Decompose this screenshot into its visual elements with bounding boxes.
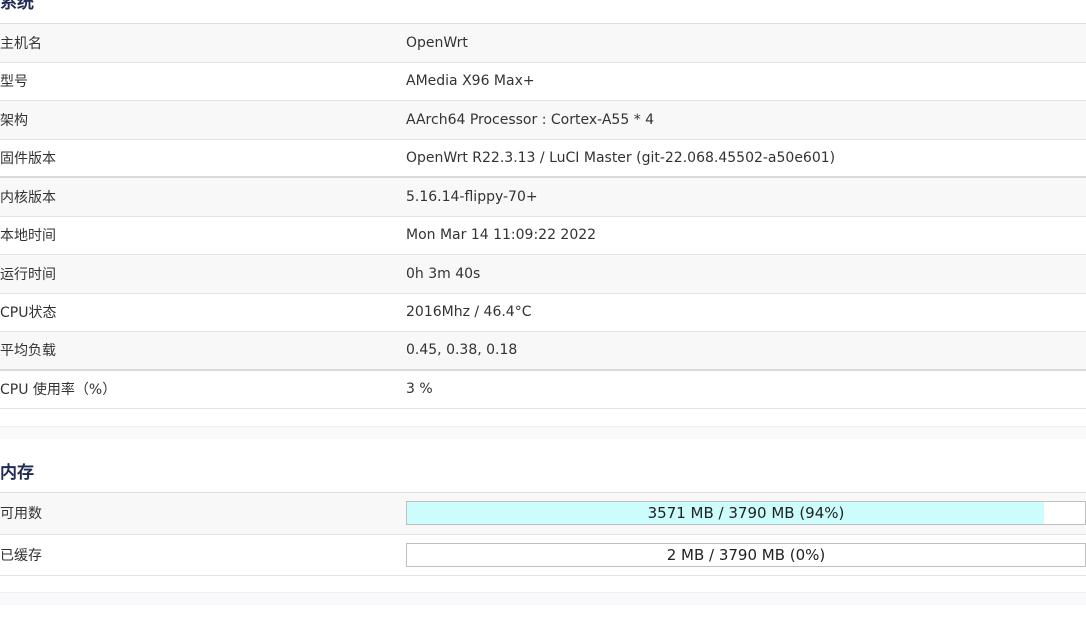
section-divider (0, 592, 1086, 605)
cpu-usage-value: 3 % (406, 381, 433, 398)
system-row-kernel: 内核版本 5.16.14-flippy-70+ (0, 178, 1086, 217)
architecture-value: AArch64 Processor : Cortex-A55 * 4 (406, 111, 655, 128)
system-row-cpu-usage: CPU 使用率（%） 3 % (0, 370, 1086, 409)
system-row-architecture: 架构 AArch64 Processor : Cortex-A55 * 4 (0, 101, 1086, 140)
local-time-label: 本地时间 (0, 228, 56, 245)
model-label: 型号 (0, 74, 28, 91)
system-row-cpu-status: CPU状态 2016Mhz / 46.4°C (0, 293, 1086, 332)
load-average-value: 0.45, 0.38, 0.18 (406, 342, 518, 359)
memory-available-label: 可用数 (0, 506, 42, 523)
hostname-value: OpenWrt (406, 34, 468, 51)
memory-available-progress-text: 3571 MB / 3790 MB (94%) (647, 504, 845, 523)
memory-section-title: 内存 (0, 463, 34, 483)
memory-available-cell: 3571 MB / 3790 MB (94%) (406, 501, 1086, 526)
firmware-label: 固件版本 (0, 150, 56, 167)
system-row-model: 型号 AMedia X96 Max+ (0, 62, 1086, 101)
load-average-label: 平均负载 (0, 343, 56, 360)
cpu-status-label: CPU状态 (0, 305, 57, 322)
kernel-label: 内核版本 (0, 189, 56, 206)
memory-cached-progress-bar: 2 MB / 3790 MB (0%) (406, 542, 1086, 567)
firmware-value: OpenWrt R22.3.13 / LuCI Master (git-22.0… (406, 149, 836, 166)
system-row-uptime: 运行时间 0h 3m 40s (0, 255, 1086, 294)
uptime-value: 0h 3m 40s (406, 265, 481, 282)
system-row-local-time: 本地时间 Mon Mar 14 11:09:22 2022 (0, 216, 1086, 255)
system-section-title: 系统 (0, 0, 34, 13)
hostname-label: 主机名 (0, 35, 42, 52)
kernel-value: 5.16.14-flippy-70+ (406, 188, 538, 205)
system-row-firmware: 固件版本 OpenWrt R22.3.13 / LuCI Master (git… (0, 139, 1086, 178)
uptime-label: 运行时间 (0, 266, 56, 283)
model-value: AMedia X96 Max+ (406, 73, 535, 90)
system-row-load-average: 平均负载 0.45, 0.38, 0.18 (0, 332, 1086, 371)
cpu-usage-label: CPU 使用率（%） (0, 382, 117, 399)
memory-cached-label: 已缓存 (0, 547, 42, 564)
section-divider (0, 426, 1086, 439)
status-overview-page: 系统 主机名 OpenWrt 型号 AMedia X96 Max+ 架构 AAr… (0, 0, 1086, 621)
cpu-status-value: 2016Mhz / 46.4°C (406, 304, 532, 321)
system-info-table: 主机名 OpenWrt 型号 AMedia X96 Max+ 架构 AArch6… (0, 23, 1086, 409)
memory-row-cached: 已缓存 2 MB / 3790 MB (0%) (0, 534, 1086, 576)
memory-available-progress-bar: 3571 MB / 3790 MB (94%) (406, 501, 1086, 526)
memory-row-available: 可用数 3571 MB / 3790 MB (94%) (0, 493, 1086, 535)
memory-cached-cell: 2 MB / 3790 MB (0%) (406, 542, 1086, 567)
memory-cached-progress-text: 2 MB / 3790 MB (0%) (666, 545, 826, 564)
system-row-hostname: 主机名 OpenWrt (0, 24, 1086, 63)
memory-info-table: 可用数 3571 MB / 3790 MB (94%) 已缓存 2 MB / 3… (0, 492, 1086, 576)
local-time-value: Mon Mar 14 11:09:22 2022 (406, 227, 597, 244)
architecture-label: 架构 (0, 112, 28, 129)
